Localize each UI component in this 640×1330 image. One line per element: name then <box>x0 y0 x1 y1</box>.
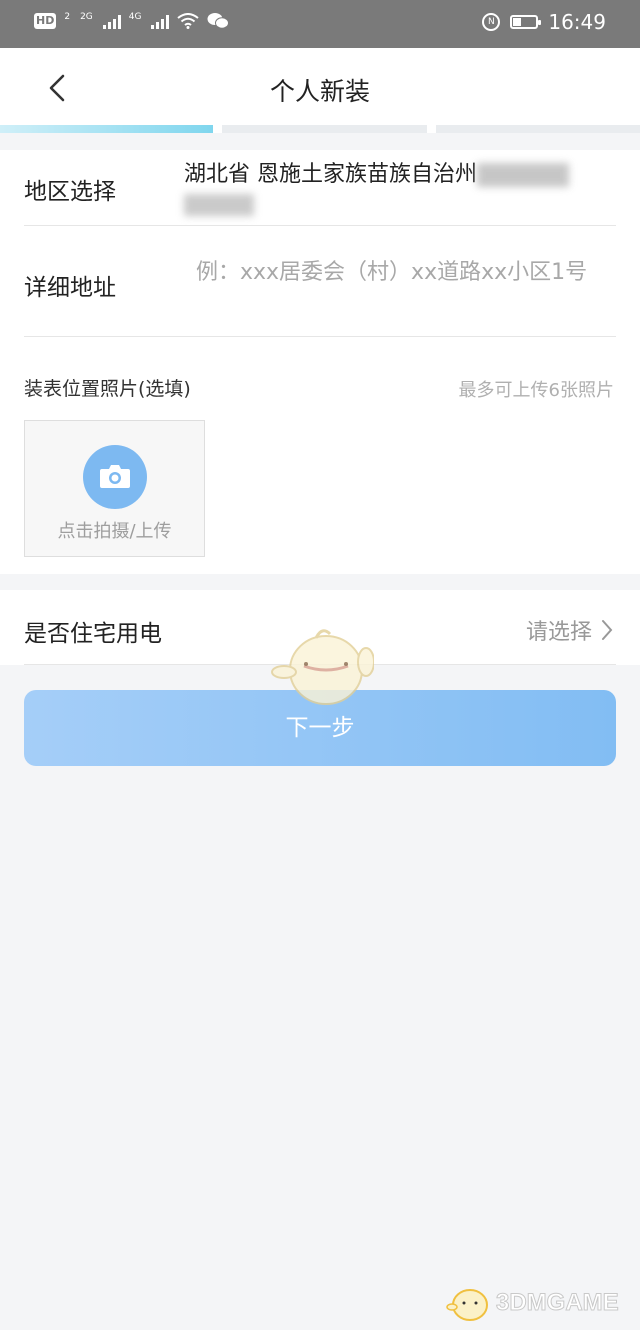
hd-sub-label: 2 <box>64 12 71 22</box>
nfc-icon: N <box>482 13 501 31</box>
residential-label: 是否住宅用电 <box>24 621 162 647</box>
region-value: 湖北省 恩施土家族苗族自治州 <box>184 162 477 187</box>
watermark-logo: 3DMGAME <box>446 1282 619 1324</box>
page-title: 个人新装 <box>269 77 370 106</box>
step-3-bar <box>436 125 640 133</box>
residential-select-text: 请选择 <box>525 620 592 645</box>
camera-icon <box>83 445 147 509</box>
divider <box>24 225 616 226</box>
network-type-label-2: 4G <box>128 12 142 22</box>
hd-badge: HD <box>34 13 57 29</box>
photo-limit-hint: 最多可上传6张照片 <box>458 380 614 401</box>
wechat-icon <box>207 13 230 29</box>
network-type-label: 2G <box>80 12 93 22</box>
battery-icon <box>510 15 542 29</box>
residential-select[interactable]: 请选择 <box>526 614 614 646</box>
signal-icon-2 <box>151 13 170 29</box>
mascot-image <box>271 629 374 705</box>
step-2-bar <box>222 125 427 133</box>
address-form-card: 地区选择 湖北省 恩施土家族苗族自治州 详细地址 例：xxx居委会（村）xx道路… <box>0 150 640 574</box>
step-progress <box>0 125 640 133</box>
divider <box>24 336 616 337</box>
mascot-icon <box>446 1289 488 1321</box>
redacted-region-detail <box>477 163 569 187</box>
status-bar: HD 2 2G 4G N 16:49 <box>0 0 640 48</box>
photo-label: 装表位置照片(选填) <box>24 378 191 400</box>
nav-bar: 个人新装 <box>0 48 640 128</box>
status-time: 16:49 <box>548 10 606 34</box>
signal-icon <box>102 13 121 29</box>
redacted-region-detail-2 <box>184 194 254 216</box>
region-select[interactable]: 湖北省 恩施土家族苗族自治州 <box>184 160 604 220</box>
photo-upload-button[interactable]: 点击拍摄/上传 <box>24 420 205 557</box>
watermark-text: 3DMGAME <box>496 1289 620 1317</box>
step-1-bar <box>0 125 213 133</box>
upload-label: 点击拍摄/上传 <box>57 521 172 542</box>
wifi-icon <box>177 13 200 29</box>
address-input[interactable]: 例：xxx居委会（村）xx道路xx小区1号 <box>196 254 587 286</box>
address-label: 详细地址 <box>24 275 116 301</box>
region-label: 地区选择 <box>24 179 116 205</box>
chevron-right-icon <box>602 620 613 640</box>
